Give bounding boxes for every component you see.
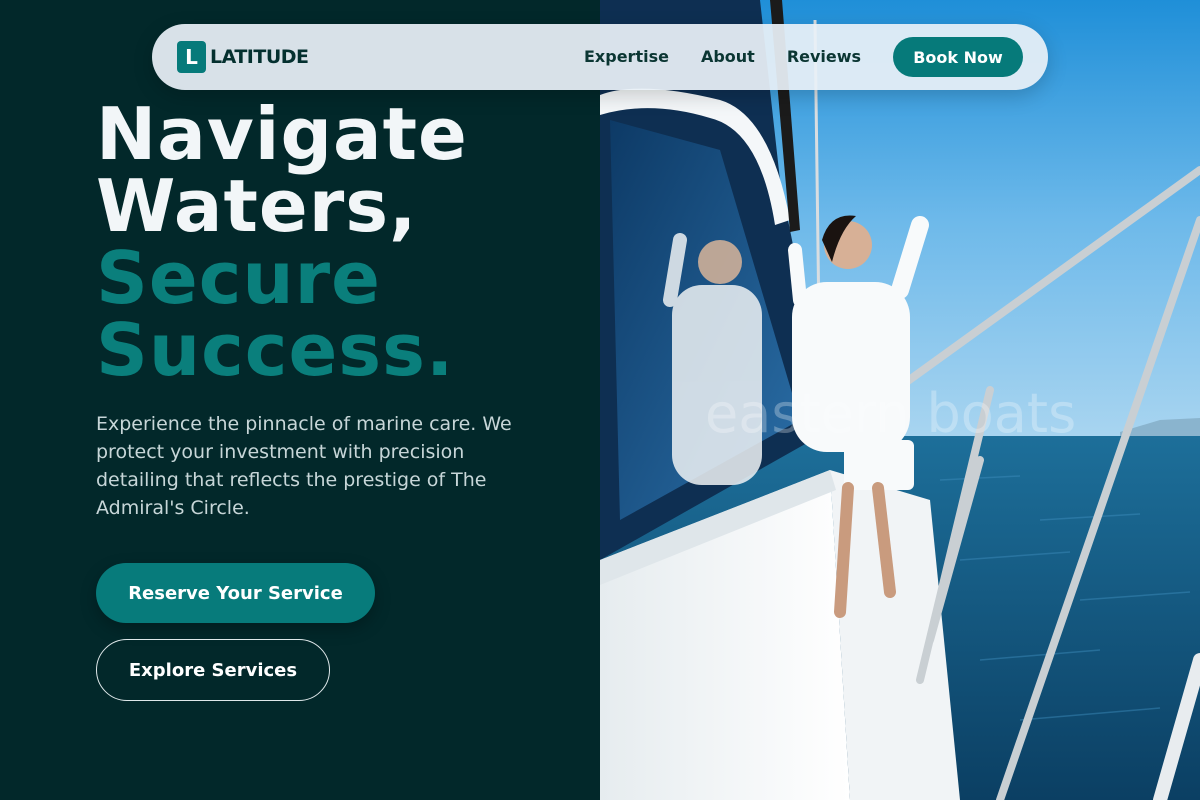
reserve-service-button[interactable]: Reserve Your Service: [96, 563, 375, 623]
headline-line-3: Secure: [96, 236, 381, 320]
nav-link-expertise[interactable]: Expertise: [584, 46, 669, 68]
headline-line-2: Waters,: [96, 164, 418, 248]
nav-link-reviews[interactable]: Reviews: [787, 46, 861, 68]
headline-line-1: Navigate: [96, 92, 468, 176]
yacht-scene-illustration: eastern boats: [600, 0, 1200, 800]
logo-mark-icon: L: [177, 41, 206, 73]
nav-links: Expertise About Reviews: [584, 46, 893, 68]
photo-watermark: eastern boats: [705, 382, 1076, 445]
hero-photo: eastern boats: [600, 0, 1200, 800]
brand-logo[interactable]: L LATITUDE: [177, 41, 309, 73]
brand-name: LATITUDE: [210, 46, 309, 68]
explore-services-button[interactable]: Explore Services: [96, 639, 330, 701]
hero-description: Experience the pinnacle of marine care. …: [96, 413, 512, 519]
nav-link-about[interactable]: About: [701, 46, 755, 68]
hero-headline: Navigate Waters, Secure Success.: [96, 98, 468, 386]
headline-line-4: Success.: [96, 308, 455, 392]
top-navbar: L LATITUDE Expertise About Reviews Book …: [152, 24, 1048, 90]
book-now-button[interactable]: Book Now: [893, 37, 1023, 77]
